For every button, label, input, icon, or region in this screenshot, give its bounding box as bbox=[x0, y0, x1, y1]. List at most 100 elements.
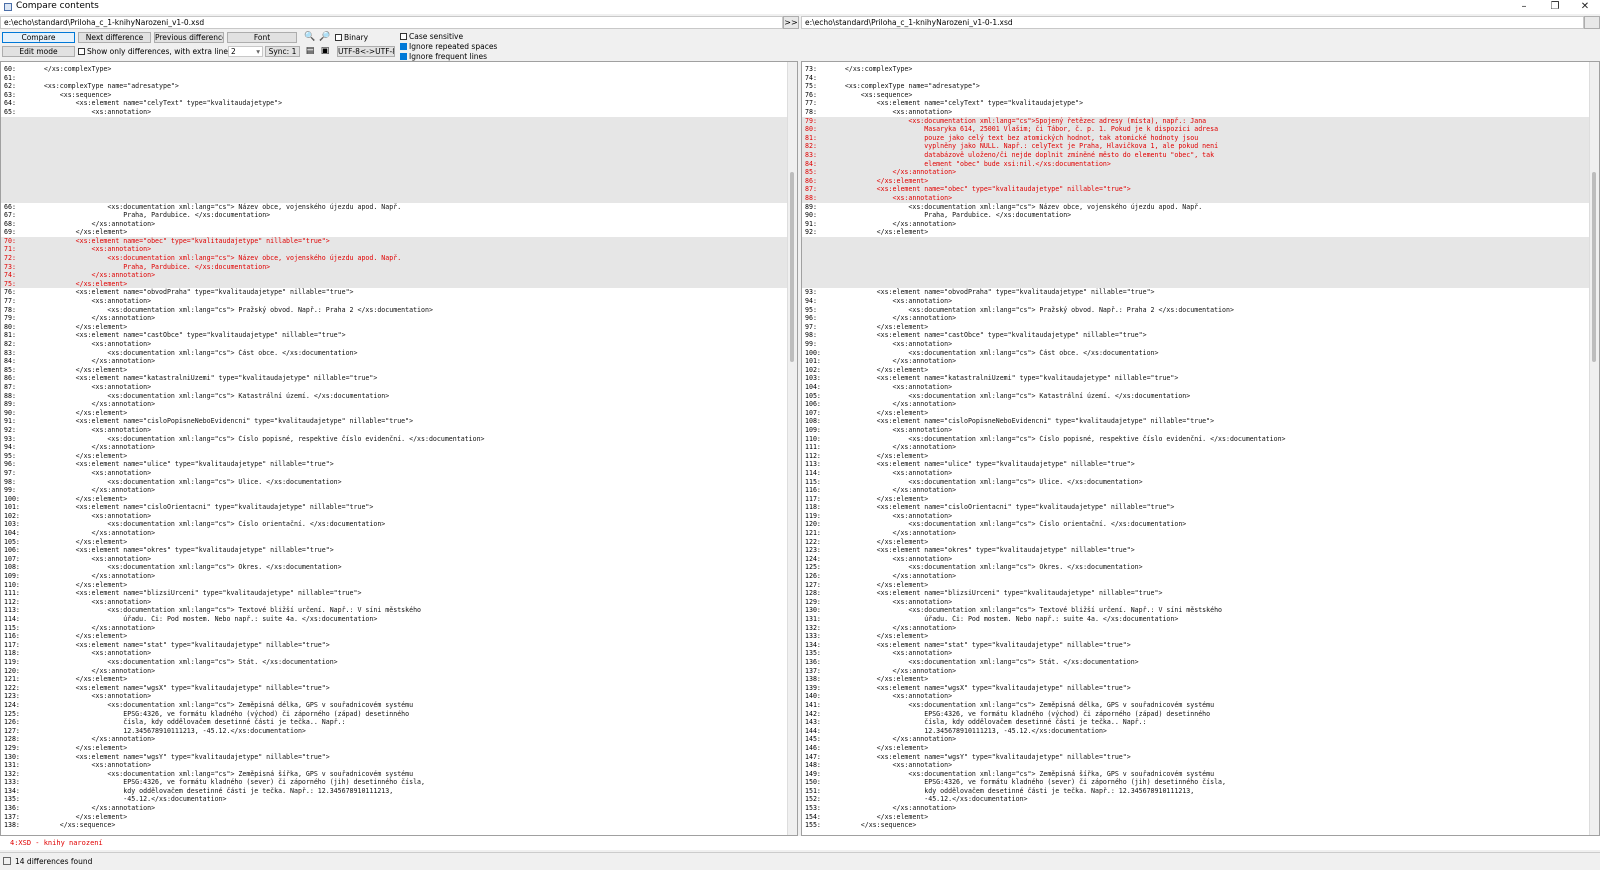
code-line[interactable]: 120: <xs:documentation xml:lang="cs"> Čí… bbox=[802, 520, 1589, 529]
diff-gap-line[interactable] bbox=[802, 236, 1589, 246]
code-line[interactable]: 138: </xs:element> bbox=[802, 675, 1589, 684]
code-line[interactable]: 84: </xs:annotation> bbox=[1, 357, 787, 366]
code-line[interactable]: 73: </xs:complexType> bbox=[802, 65, 1589, 74]
code-line[interactable]: 131: úřadu. Či: Pod mostem. Nebo např.: … bbox=[802, 615, 1589, 624]
diff-gap-line[interactable] bbox=[1, 168, 787, 177]
right-scrollbar-thumb[interactable] bbox=[1592, 172, 1596, 362]
binoculars-find-next-icon[interactable]: 🔎 bbox=[319, 32, 331, 43]
code-line[interactable]: 62: <xs:complexType name="adresatype"> bbox=[1, 82, 787, 91]
case-sensitive-checkbox[interactable]: Case sensitive bbox=[400, 32, 463, 42]
code-line[interactable]: 103: <xs:element name="katastralniUzemi"… bbox=[802, 374, 1589, 383]
code-line[interactable]: 84: element "obec" bude xsi:nil.</xs:doc… bbox=[802, 159, 1589, 169]
code-line[interactable]: 116: </xs:annotation> bbox=[802, 486, 1589, 495]
right-compare-pane[interactable]: 73: </xs:complexType> 74: 75: <xs:complexT… bbox=[801, 61, 1600, 836]
code-line[interactable]: 74: </xs:annotation> bbox=[1, 271, 787, 280]
code-line[interactable]: 85: </xs:element> bbox=[1, 366, 787, 375]
code-line[interactable]: 113: <xs:element name="ulice" type="kval… bbox=[802, 460, 1589, 469]
code-line[interactable]: 87: <xs:element name="obec" type="kvalit… bbox=[802, 185, 1589, 194]
code-line[interactable]: 90: Praha, Pardubice. </xs:documentation… bbox=[802, 211, 1589, 220]
code-line[interactable]: 93: <xs:element name="obvodPraha" type="… bbox=[802, 288, 1589, 297]
code-line[interactable]: 126: čísla, kdy oddělovačem desetinné čá… bbox=[1, 718, 787, 727]
code-line[interactable]: 115: </xs:annotation> bbox=[1, 624, 787, 633]
code-line[interactable]: 146: </xs:element> bbox=[802, 744, 1589, 753]
code-line[interactable]: 78: <xs:annotation> bbox=[802, 108, 1589, 117]
code-line[interactable]: 111: </xs:annotation> bbox=[802, 443, 1589, 452]
code-line[interactable]: 102: </xs:element> bbox=[802, 366, 1589, 375]
code-line[interactable]: 93: <xs:documentation xml:lang="cs"> Čís… bbox=[1, 435, 787, 444]
code-line[interactable]: 106: </xs:annotation> bbox=[802, 400, 1589, 409]
code-line[interactable]: 118: <xs:element name="cisloOrientacni" … bbox=[802, 503, 1589, 512]
code-line[interactable]: 106: <xs:element name="okres" type="kval… bbox=[1, 546, 787, 555]
swap-files-button[interactable]: >> bbox=[783, 16, 799, 29]
code-line[interactable]: 134: <xs:element name="stat" type="kvali… bbox=[802, 641, 1589, 650]
code-line[interactable]: 95: <xs:documentation xml:lang="cs"> Pra… bbox=[802, 306, 1589, 315]
code-line[interactable]: 95: </xs:element> bbox=[1, 452, 787, 461]
code-line[interactable]: 133: </xs:element> bbox=[802, 632, 1589, 641]
code-line[interactable]: 143: čísla, kdy oddělovačem desetinné čá… bbox=[802, 718, 1589, 727]
code-line[interactable]: 142: EPSG:4326, ve formátu kladného (výc… bbox=[802, 710, 1589, 719]
right-file-path[interactable]: e:\echo\standard\Priloha_c_1-knihyNaroze… bbox=[801, 16, 1584, 29]
code-line[interactable]: 78: <xs:documentation xml:lang="cs"> Pra… bbox=[1, 306, 787, 315]
code-line[interactable]: 154: </xs:element> bbox=[802, 813, 1589, 822]
code-line[interactable]: 76: <xs:sequence> bbox=[802, 91, 1589, 100]
code-line[interactable]: 130: <xs:documentation xml:lang="cs"> Te… bbox=[802, 606, 1589, 615]
binary-checkbox[interactable]: Binary bbox=[335, 33, 368, 43]
code-line[interactable]: 128: </xs:annotation> bbox=[1, 735, 787, 744]
code-line[interactable]: 129: <xs:annotation> bbox=[802, 598, 1589, 607]
diff-gap-line[interactable] bbox=[802, 245, 1589, 255]
next-difference-button[interactable]: Next difference bbox=[78, 32, 151, 43]
code-line[interactable]: 119: <xs:documentation xml:lang="cs"> St… bbox=[1, 658, 787, 667]
code-line[interactable]: 127: </xs:element> bbox=[802, 581, 1589, 590]
code-line[interactable]: 81: <xs:element name="castObce" type="kv… bbox=[1, 331, 787, 340]
diff-gap-line[interactable] bbox=[1, 159, 787, 169]
right-browse-button[interactable] bbox=[1584, 16, 1600, 29]
code-line[interactable]: 80: </xs:element> bbox=[1, 323, 787, 332]
compare-button[interactable]: Compare bbox=[2, 32, 75, 43]
code-line[interactable]: 92: <xs:annotation> bbox=[1, 426, 787, 435]
layout-icon[interactable]: ▤ bbox=[304, 46, 316, 57]
diff-gap-line[interactable] bbox=[1, 125, 787, 134]
font-button[interactable]: Font bbox=[227, 32, 297, 43]
code-line[interactable]: 116: </xs:element> bbox=[1, 632, 787, 641]
code-line[interactable]: 105: <xs:documentation xml:lang="cs"> Ka… bbox=[802, 392, 1589, 401]
code-line[interactable]: 155: </xs:sequence> bbox=[802, 821, 1589, 830]
ignore-spaces-check-box[interactable] bbox=[400, 43, 407, 50]
code-line[interactable]: 97: <xs:annotation> bbox=[1, 469, 787, 478]
code-line[interactable]: 77: <xs:annotation> bbox=[1, 297, 787, 306]
code-line[interactable]: 114: <xs:annotation> bbox=[802, 469, 1589, 478]
code-line[interactable]: 70: <xs:element name="obec" type="kvalit… bbox=[1, 236, 787, 246]
code-line[interactable]: 115: <xs:documentation xml:lang="cs"> Ul… bbox=[802, 478, 1589, 487]
extra-lines-select[interactable]: 2 ▾ bbox=[228, 46, 263, 57]
diff-gap-line[interactable] bbox=[802, 279, 1589, 289]
ignore-frequent-check-box[interactable] bbox=[400, 53, 407, 60]
code-line[interactable]: 71: <xs:annotation> bbox=[1, 245, 787, 255]
left-scrollbar-thumb[interactable] bbox=[790, 172, 794, 362]
code-line[interactable]: 140: <xs:annotation> bbox=[802, 692, 1589, 701]
code-line[interactable]: 135: -45.12.</xs:documentation> bbox=[1, 795, 787, 804]
code-line[interactable]: 86: </xs:element> bbox=[802, 176, 1589, 186]
code-line[interactable]: 112: <xs:annotation> bbox=[1, 598, 787, 607]
diff-gap-line[interactable] bbox=[1, 193, 787, 203]
code-line[interactable]: 112: </xs:element> bbox=[802, 452, 1589, 461]
diff-gap-line[interactable] bbox=[1, 185, 787, 194]
code-line[interactable]: 109: </xs:annotation> bbox=[1, 572, 787, 581]
code-line[interactable]: 139: <xs:element name="wgsX" type="kvali… bbox=[802, 684, 1589, 693]
code-line[interactable]: 83: <xs:documentation xml:lang="cs"> Čás… bbox=[1, 349, 787, 358]
code-line[interactable]: 90: </xs:element> bbox=[1, 409, 787, 418]
code-line[interactable]: 129: </xs:element> bbox=[1, 744, 787, 753]
ignore-repeated-spaces-checkbox[interactable]: Ignore repeated spaces bbox=[400, 42, 497, 52]
code-line[interactable]: 103: <xs:documentation xml:lang="cs"> Čí… bbox=[1, 520, 787, 529]
code-line[interactable]: 74: bbox=[802, 74, 1589, 83]
maximize-button[interactable]: ❐ bbox=[1540, 0, 1570, 14]
diff-gap-line[interactable] bbox=[802, 271, 1589, 280]
edit-mode-button[interactable]: Edit mode bbox=[2, 46, 75, 57]
sync-button[interactable]: Sync: 1 bbox=[265, 46, 300, 57]
code-line[interactable]: 79: <xs:documentation xml:lang="cs">Spoj… bbox=[802, 116, 1589, 126]
right-scrollbar[interactable] bbox=[1589, 62, 1599, 835]
code-line[interactable]: 75: <xs:complexType name="adresatype"> bbox=[802, 82, 1589, 91]
diff-gap-line[interactable] bbox=[802, 254, 1589, 263]
code-line[interactable]: 114: úřadu. Či: Pod mostem. Nebo např.: … bbox=[1, 615, 787, 624]
code-line[interactable]: 118: <xs:annotation> bbox=[1, 649, 787, 658]
code-line[interactable]: 147: <xs:element name="wgsY" type="kvali… bbox=[802, 753, 1589, 762]
diff-gap-line[interactable] bbox=[1, 150, 787, 160]
